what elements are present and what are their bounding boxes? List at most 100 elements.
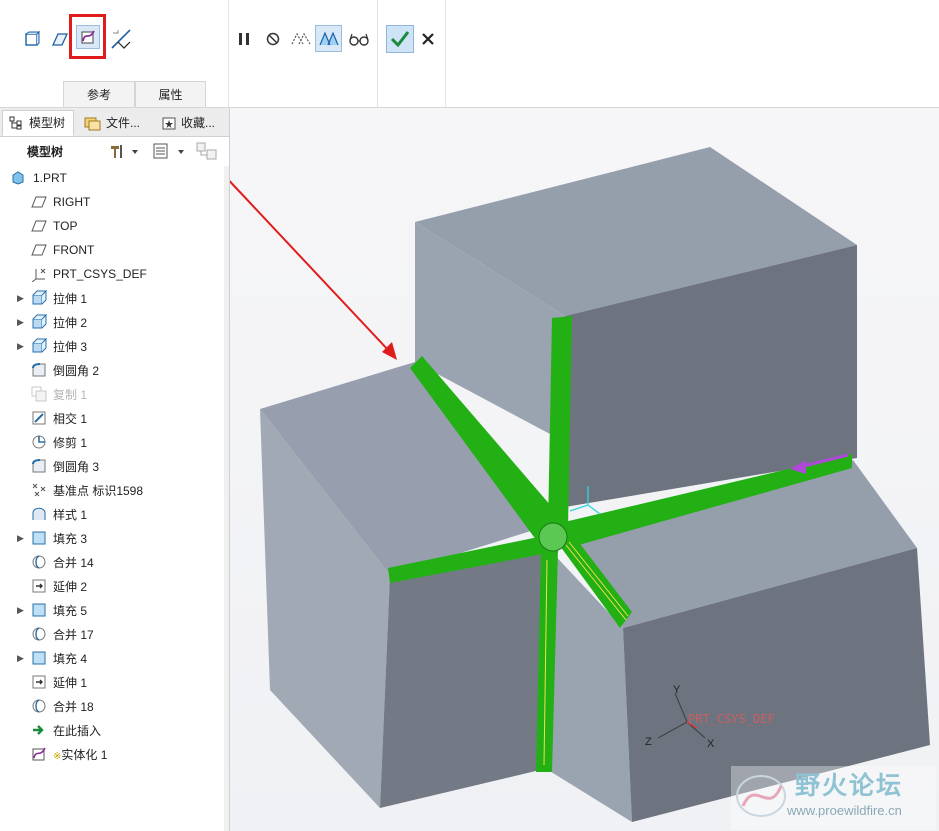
tree-item[interactable]: ▶ 拉伸 1	[0, 286, 224, 310]
tree-item-label: TOP	[53, 219, 77, 233]
close-icon	[422, 33, 434, 45]
tree-item-text: 在此插入	[53, 723, 102, 738]
left-block-front-face	[380, 545, 548, 808]
tree-item[interactable]: 基准点 标识1598	[0, 478, 224, 502]
tree-item-text: 拉伸 3	[53, 339, 88, 354]
tree-item-text: 合并 14	[53, 555, 94, 570]
expand-arrow-icon[interactable]: ▶	[17, 533, 27, 544]
watermark-logo-icon	[736, 775, 786, 817]
tree-item[interactable]: 1.PRT	[0, 166, 224, 190]
tree-item-text: 倒圆角 2	[53, 363, 100, 378]
tree-item[interactable]: 延伸 1	[0, 670, 224, 694]
copy-icon	[31, 386, 47, 402]
tree-item[interactable]: 修剪 1	[0, 430, 224, 454]
tree-item[interactable]: 合并 18	[0, 694, 224, 718]
tab-folder-browser[interactable]: 文件...	[78, 110, 152, 136]
tree-item[interactable]: ※实体化 1	[0, 742, 224, 766]
graphics-viewport[interactable]: Y X Z PRT_CSYS_DEF	[230, 108, 939, 831]
verify-icon[interactable]	[315, 25, 342, 52]
tree-item[interactable]: 复制 1	[0, 382, 224, 406]
tree-item-text: PRT_CSYS_DEF	[53, 267, 147, 281]
tree-item-label: 延伸 2	[53, 578, 87, 595]
tree-item-label: 合并 14	[53, 554, 94, 571]
tree-item-label: PRT_CSYS_DEF	[53, 267, 147, 281]
tree-item-text: 倒圆角 3	[53, 459, 100, 474]
tab-folder-browser-label: 文件...	[106, 116, 141, 130]
tree-item[interactable]: ▶ 填充 4	[0, 646, 224, 670]
pause-icon[interactable]	[232, 27, 256, 51]
list-icon	[153, 143, 184, 159]
expand-arrow-icon[interactable]: ▶	[17, 653, 27, 664]
tree-item[interactable]: TOP	[0, 214, 224, 238]
csys-icon	[31, 266, 47, 282]
tree-item[interactable]: ▶ 拉伸 3	[0, 334, 224, 358]
filter-icon	[196, 142, 217, 160]
tree-item-label: 复制 1	[53, 386, 87, 403]
tree-item-text: 拉伸 1	[53, 291, 88, 306]
tab-properties[interactable]: 属性	[135, 81, 206, 107]
tab-favorites[interactable]: 收藏...	[155, 110, 227, 136]
favorites-icon	[162, 117, 176, 130]
tree-item-text: 1.PRT	[33, 171, 67, 185]
tree-item-label: 合并 17	[53, 626, 94, 643]
tree-item[interactable]: ▶ 填充 3	[0, 526, 224, 550]
tree-item[interactable]: 合并 17	[0, 622, 224, 646]
tree-item-label: 延伸 1	[53, 674, 87, 691]
tab-model-tree[interactable]: 模型树	[2, 110, 74, 136]
tree-item[interactable]: 合并 14	[0, 550, 224, 574]
tree-item-label: 1.PRT	[33, 171, 67, 185]
tree-filter-button[interactable]	[196, 142, 218, 163]
model-tree-title: 模型树	[27, 144, 64, 159]
style-icon	[31, 506, 47, 522]
tree-item[interactable]: RIGHT	[0, 190, 224, 214]
tree-item-label: 拉伸 2	[53, 314, 87, 331]
tree-item-label: 拉伸 1	[53, 290, 87, 307]
tree-item-text: 复制 1	[53, 387, 88, 402]
tree-item-text: 填充 3	[53, 531, 88, 546]
model-graphic	[230, 147, 930, 822]
highlight-box	[69, 14, 106, 59]
tree-item[interactable]: 延伸 2	[0, 574, 224, 598]
tree-item-label: 倒圆角 3	[53, 458, 99, 475]
trim-icon[interactable]	[109, 27, 133, 51]
expand-arrow-icon[interactable]: ▶	[17, 605, 27, 616]
tree-item-text: 相交 1	[53, 411, 88, 426]
glasses-icon[interactable]	[347, 27, 371, 51]
expand-arrow-icon[interactable]: ▶	[17, 317, 27, 328]
no-preview-icon[interactable]	[261, 27, 285, 51]
tree-scrollbar[interactable]	[224, 166, 229, 831]
extrude-icon	[31, 338, 47, 354]
expand-arrow-icon[interactable]: ▶	[17, 293, 27, 304]
tree-item-label: 在此插入	[53, 722, 101, 739]
part-icon	[10, 170, 26, 186]
tree-item-label: 填充 3	[53, 530, 87, 547]
expand-arrow-icon[interactable]: ▶	[17, 341, 27, 352]
tree-item[interactable]: FRONT	[0, 238, 224, 262]
tree-item[interactable]: 倒圆角 2	[0, 358, 224, 382]
tree-item-text: 实体化 1	[61, 747, 108, 762]
tab-model-tree-label: 模型树	[29, 116, 66, 130]
tree-settings-button[interactable]	[108, 143, 138, 162]
tree-item[interactable]: ▶ 填充 5	[0, 598, 224, 622]
solid-icon[interactable]	[20, 27, 44, 51]
preview-icon[interactable]	[289, 27, 313, 51]
tree-item[interactable]: 样式 1	[0, 502, 224, 526]
insert-here-icon	[31, 722, 47, 738]
tree-item[interactable]: 倒圆角 3	[0, 454, 224, 478]
tree-item-text: 合并 18	[53, 699, 94, 714]
fill-icon	[31, 650, 47, 666]
csys-label: PRT_CSYS_DEF	[688, 712, 775, 726]
ok-button[interactable]	[386, 25, 414, 53]
datum-plane-icon	[31, 218, 47, 234]
tree-item-label: 相交 1	[53, 410, 87, 427]
tab-references[interactable]: 参考	[63, 81, 135, 107]
left-panel: 模型树 文件... 收藏... 模型树 1.PRT RIGHT TOP FRONT PR…	[0, 108, 230, 831]
tree-columns-button[interactable]	[152, 143, 186, 162]
tree-item[interactable]: 相交 1	[0, 406, 224, 430]
cancel-button[interactable]	[416, 27, 440, 51]
tree-item[interactable]: PRT_CSYS_DEF	[0, 262, 224, 286]
tree-item[interactable]: ▶ 拉伸 2	[0, 310, 224, 334]
tree-item[interactable]: 在此插入	[0, 718, 224, 742]
hammer-icon	[111, 145, 138, 158]
csys-axis-z: Z	[645, 736, 652, 748]
